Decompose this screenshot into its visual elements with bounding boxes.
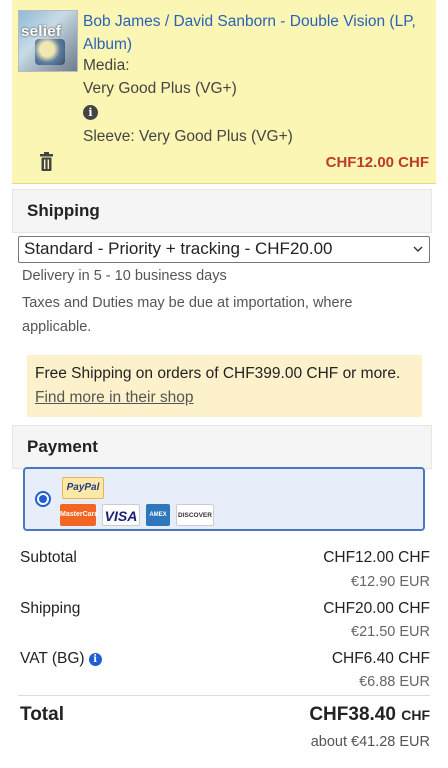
item-title-link[interactable]: Bob James / David Sanborn - Double Visio… <box>83 10 433 56</box>
vat-info-icon[interactable]: i <box>88 653 102 666</box>
item-price: CHF12.00 CHF <box>325 154 429 171</box>
info-icon[interactable]: i <box>83 105 98 120</box>
shipping-total-value: CHF20.00 CHF <box>323 600 430 617</box>
delivery-estimate: Delivery in 5 - 10 business days <box>22 268 227 284</box>
media-label: Media: <box>83 57 130 74</box>
taxes-note-line2: applicable. <box>22 319 92 335</box>
vat-eur: €6.88 EUR <box>359 674 430 690</box>
media-condition: Very Good Plus (VG+) <box>83 80 237 97</box>
shipping-method-value: Standard - Priority + tracking - CHF20.0… <box>24 239 333 258</box>
album-art <box>35 39 65 65</box>
total-value: CHF38.40 CHF <box>309 704 430 726</box>
payment-header: Payment <box>12 425 432 469</box>
vat-value: CHF6.40 CHF <box>331 650 430 667</box>
mastercard-logo: MasterCard <box>60 504 99 526</box>
subtotal-value: CHF12.00 CHF <box>323 549 430 566</box>
paypal-logo: PayPal <box>62 477 104 499</box>
free-shipping-text: Free Shipping on orders of CHF399.00 CHF… <box>35 365 401 382</box>
total-approx-eur: about €41.28 EUR <box>310 734 430 750</box>
chevron-down-icon <box>413 246 423 252</box>
shipping-method-select[interactable]: Standard - Priority + tracking - CHF20.0… <box>18 236 430 263</box>
free-shipping-banner: Free Shipping on orders of CHF399.00 CHF… <box>27 355 422 417</box>
shipping-total-eur: €21.50 EUR <box>351 624 430 640</box>
payment-heading: Payment <box>27 437 98 456</box>
shipping-total-label: Shipping <box>20 600 81 617</box>
subtotal-eur: €12.90 EUR <box>351 574 430 590</box>
thumbnail-watermark: selief <box>21 23 62 40</box>
cart-item: selief Bob James / David Sanborn - Doubl… <box>12 0 436 184</box>
shipping-heading: Shipping <box>27 201 100 220</box>
visa-logo: VISA <box>102 504 140 526</box>
payment-option-paypal[interactable]: PayPal MasterCard VISA AMEX DISCOVER <box>23 467 425 531</box>
trash-icon[interactable] <box>39 152 54 172</box>
totals-divider <box>18 695 430 696</box>
subtotal-label: Subtotal <box>20 549 77 566</box>
album-thumbnail[interactable]: selief <box>18 10 78 72</box>
total-label: Total <box>20 704 64 725</box>
taxes-note-line1: Taxes and Duties may be due at importati… <box>22 295 353 311</box>
vat-label: VAT (BG) <box>20 650 85 667</box>
sleeve-condition: Sleeve: Very Good Plus (VG+) <box>83 128 293 145</box>
total-currency: CHF <box>401 707 430 723</box>
shop-link[interactable]: Find more in their shop <box>35 389 194 407</box>
paypal-radio[interactable] <box>35 491 51 507</box>
shipping-header: Shipping <box>12 189 432 233</box>
amex-logo: AMEX <box>146 504 170 526</box>
vat-row-label: VAT (BG) i <box>20 650 102 668</box>
total-amount: CHF38.40 <box>309 704 396 725</box>
discover-logo: DISCOVER <box>176 504 214 526</box>
